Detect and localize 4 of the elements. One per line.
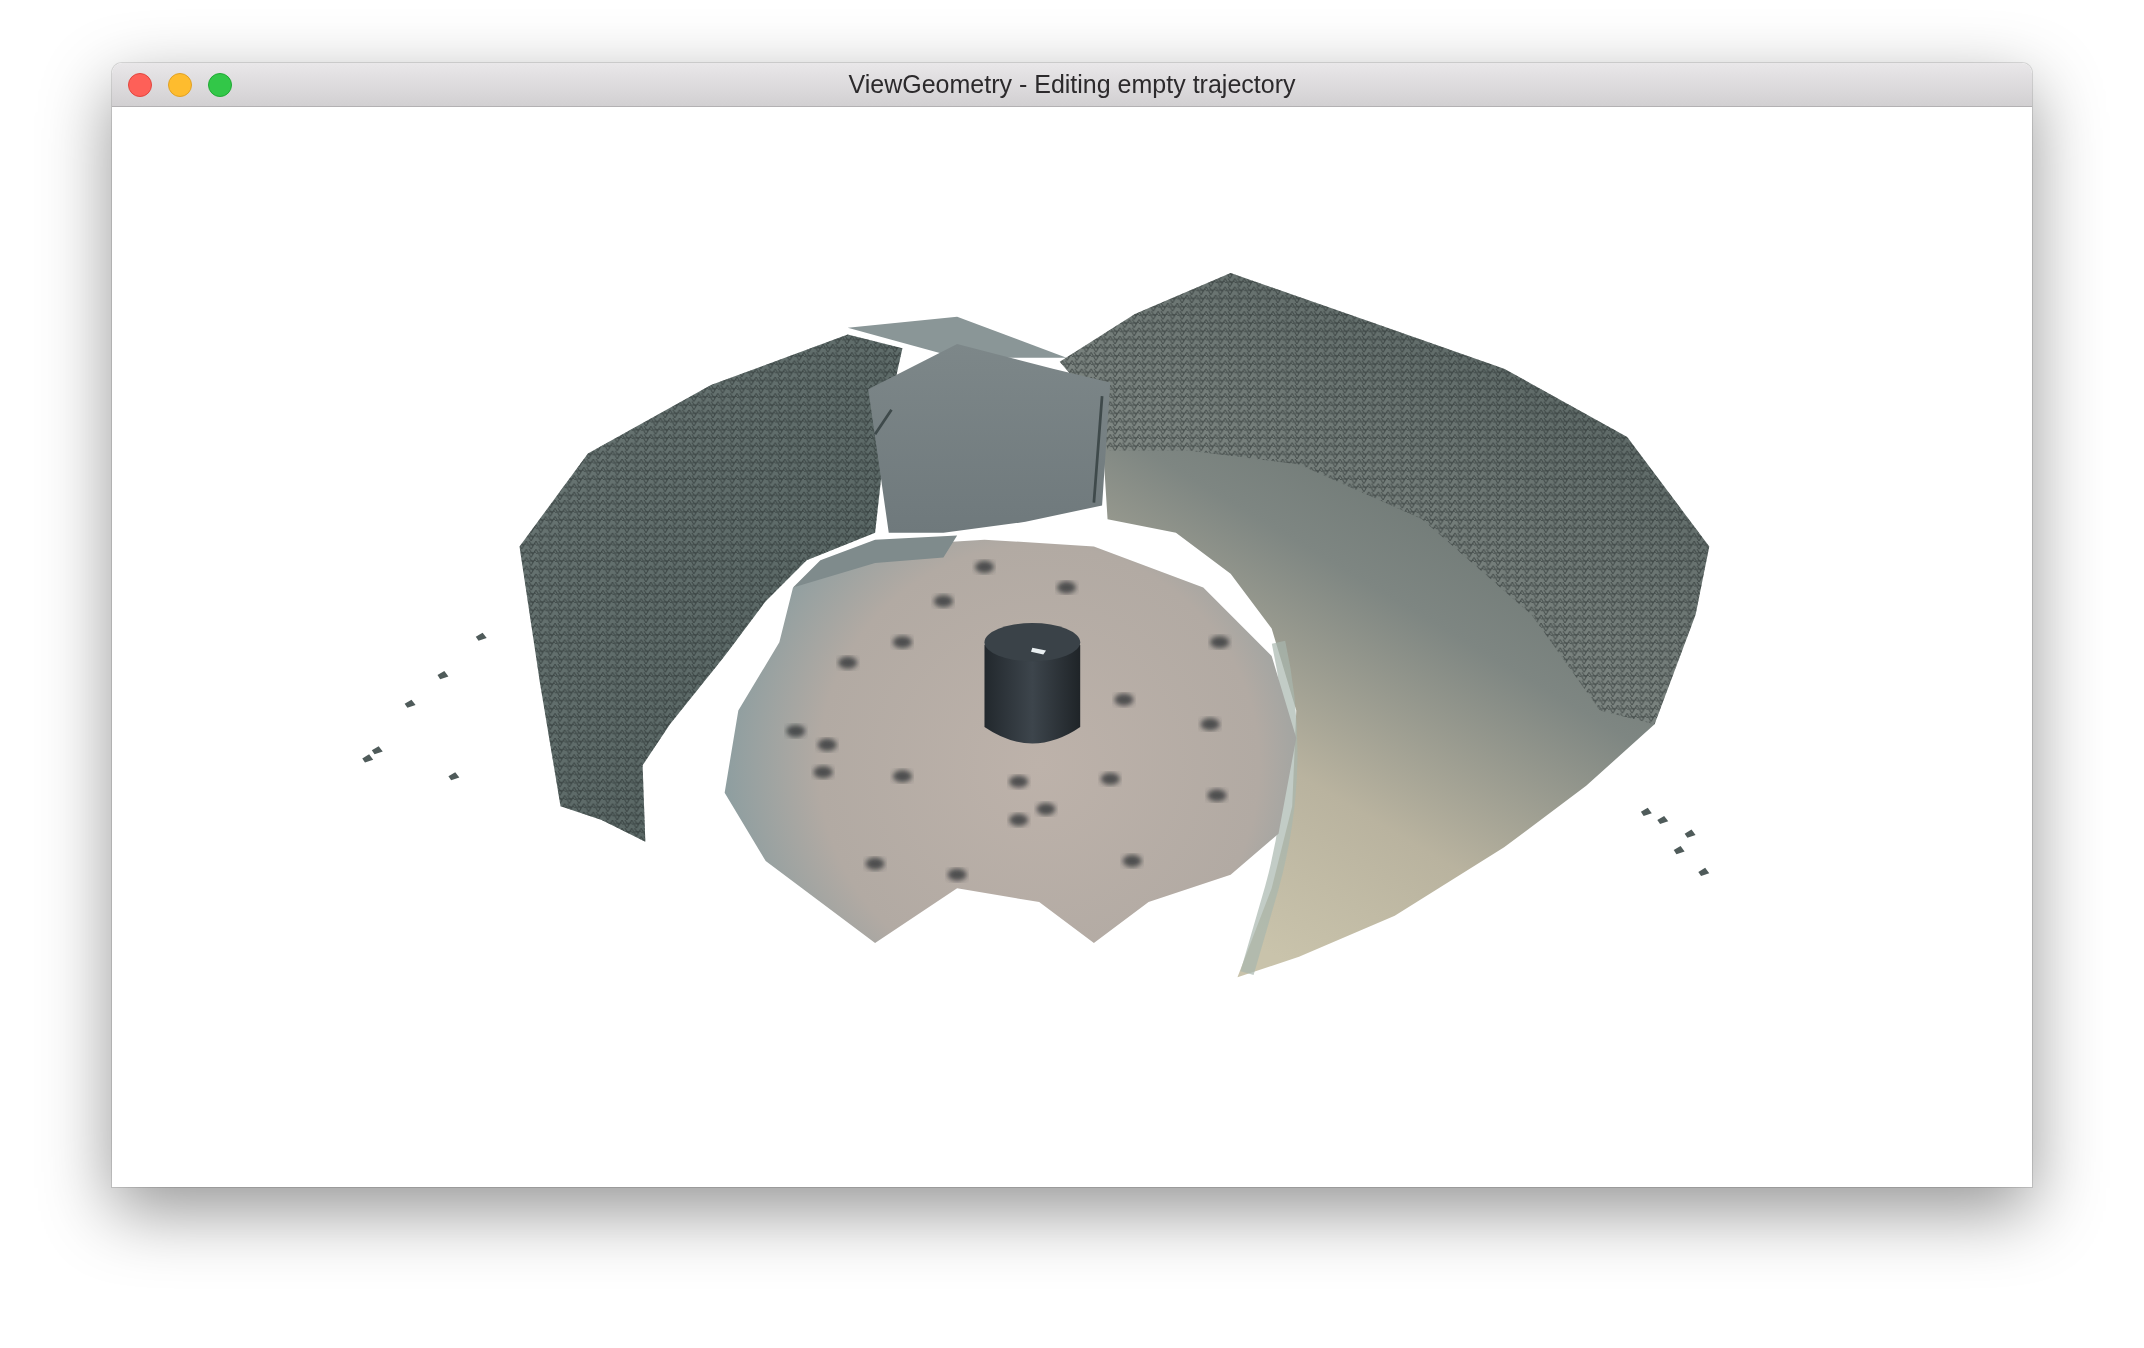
- zoom-icon[interactable]: [208, 72, 232, 97]
- minimize-icon[interactable]: [168, 72, 192, 97]
- window-title: ViewGeometry - Editing empty trajectory: [848, 70, 1296, 99]
- close-icon[interactable]: [128, 72, 152, 97]
